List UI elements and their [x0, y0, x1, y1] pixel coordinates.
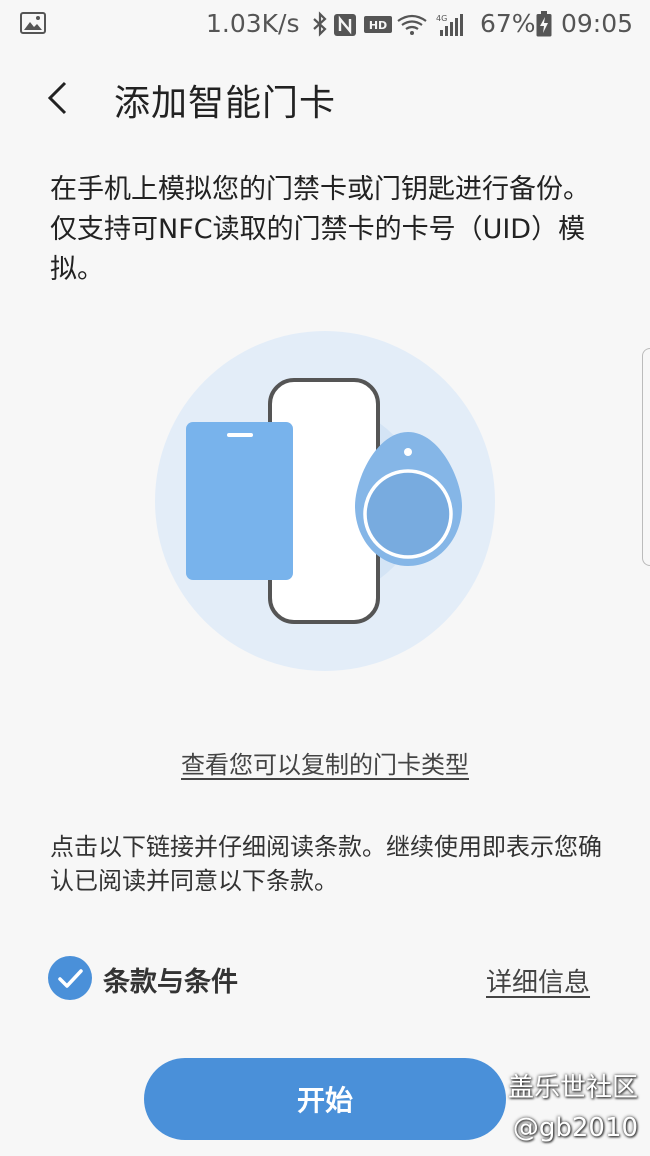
svg-text:HD: HD [369, 19, 387, 32]
edge-panel-handle[interactable] [642, 348, 650, 566]
terms-note: 点击以下链接并仔细阅读条款。继续使用即表示您确认已阅读并同意以下条款。 [50, 833, 602, 895]
nfc-icon [334, 14, 356, 36]
checkmark-icon [58, 969, 83, 988]
terms-label[interactable]: 条款与条件 [103, 960, 238, 999]
gallery-icon [20, 12, 46, 34]
screen: 1.03K/s HD 4G 67% 09:05 添加智能门卡 在手机上模拟您的门… [0, 0, 650, 1156]
details-link[interactable]: 详细信息 [486, 962, 590, 999]
description-text: 在手机上模拟您的门禁卡或门钥匙进行备份。仅支持可NFC读取的门禁卡的卡号（UID… [50, 174, 590, 285]
start-button[interactable]: 开始 [144, 1058, 506, 1140]
network-speed: 1.03K/s [206, 9, 300, 38]
watermark-line2: @gb2010 [512, 1113, 638, 1143]
wifi-icon [397, 14, 427, 35]
watermark: 盖乐世社区 @gb2010 [508, 1068, 638, 1148]
nfc-card-illustration [155, 331, 495, 671]
svg-text:4G: 4G [436, 14, 447, 23]
signal-icon: 4G [436, 14, 463, 36]
hd-icon: HD [364, 16, 392, 33]
back-arrow-icon[interactable] [40, 78, 80, 118]
bluetooth-icon [313, 11, 327, 37]
watermark-line1: 盖乐世社区 [507, 1073, 638, 1103]
clock: 09:05 [561, 9, 634, 38]
status-bar: 1.03K/s HD 4G 67% 09:05 [0, 0, 650, 50]
card-types-link[interactable]: 查看您可以复制的门卡类型 [0, 745, 650, 780]
status-icons: HD 4G [313, 11, 463, 37]
terms-checkbox[interactable] [48, 956, 92, 1000]
page-title: 添加智能门卡 [114, 83, 337, 124]
battery-percent: 67% [480, 9, 536, 38]
battery-charging-icon [536, 11, 552, 37]
